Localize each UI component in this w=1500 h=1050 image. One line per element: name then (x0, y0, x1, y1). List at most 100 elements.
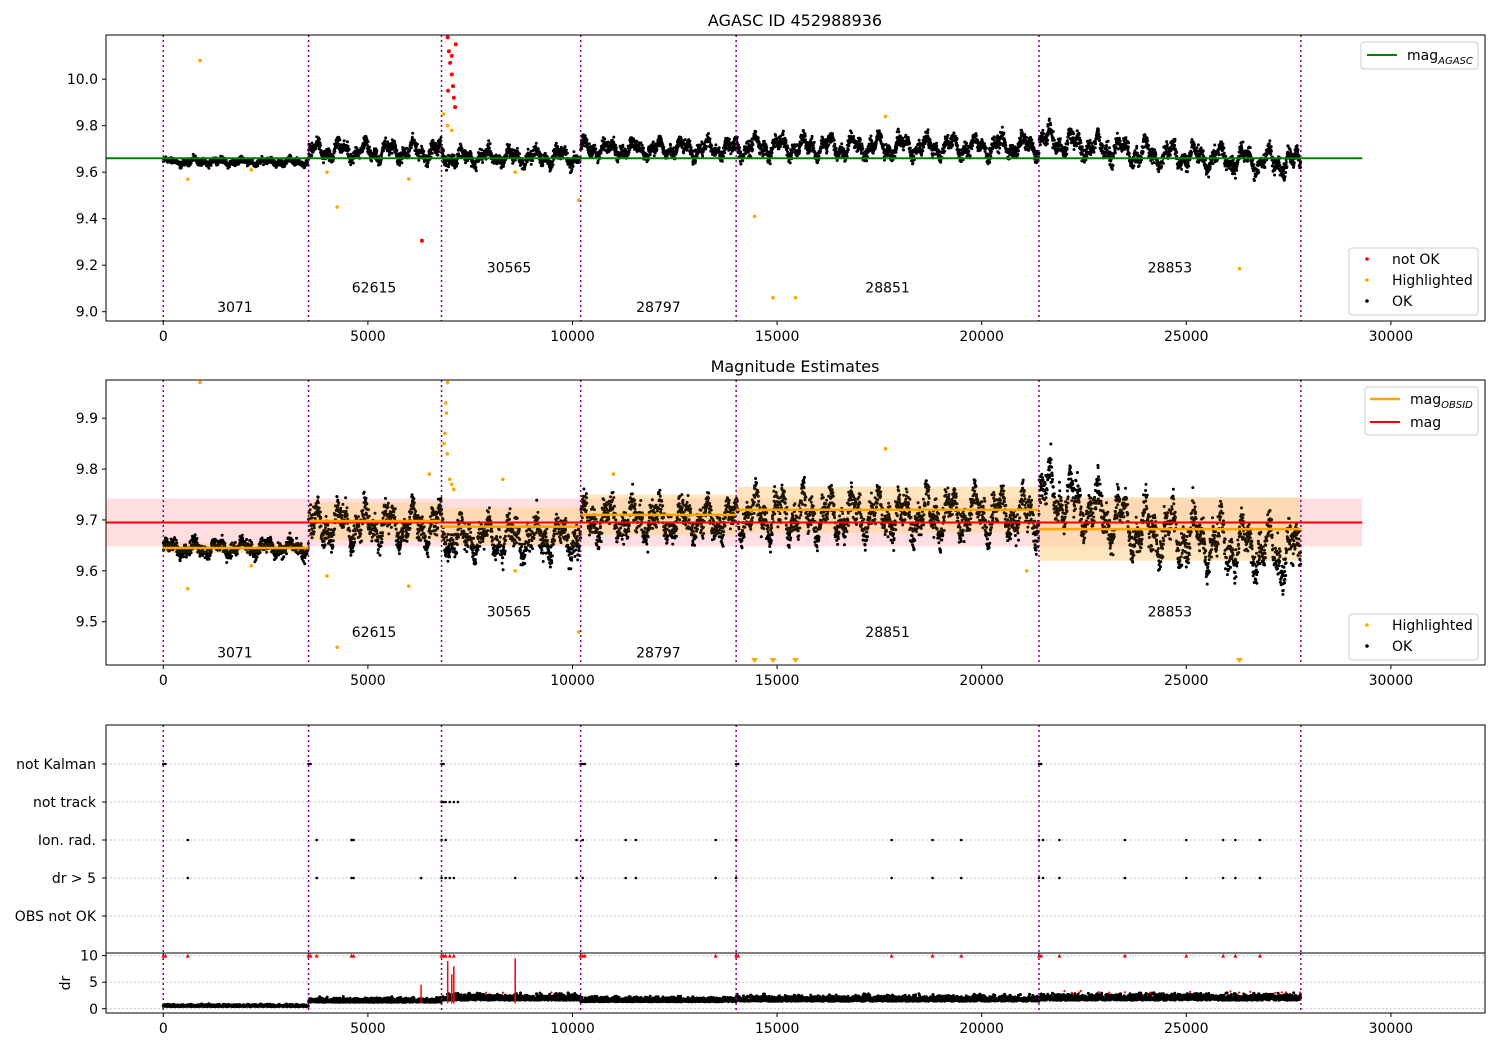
flag-point (575, 876, 578, 880)
highlighted-point (443, 431, 447, 436)
flag-point (714, 838, 718, 842)
not-ok-point (451, 95, 456, 100)
highlighted-point (335, 205, 339, 209)
flag-category-label: OBS not OK (15, 909, 97, 925)
x-tick-label: 25000 (1164, 329, 1209, 345)
agasc-legend-top: magAGASC (1360, 41, 1479, 70)
flag-point (186, 838, 190, 842)
flag-point (452, 876, 456, 880)
y-tick-label: 9.2 (76, 258, 98, 274)
flag-category-label: dr > 5 (52, 871, 96, 887)
x-tick-label: 15000 (755, 673, 800, 689)
flag-point (634, 876, 638, 880)
x-tick-label: 10000 (550, 1021, 595, 1037)
obsid-label: 28797 (636, 645, 681, 661)
x-tick-label: 30000 (1369, 1021, 1414, 1037)
not-ok-point (445, 35, 450, 40)
x-tick-label: 0 (159, 329, 168, 345)
not-ok-point (451, 84, 456, 89)
flag-point (448, 876, 452, 880)
flag-point (456, 800, 460, 804)
obsid-label: 3071 (217, 300, 253, 316)
agasc-plot-area (106, 35, 1485, 321)
flag-point (583, 762, 587, 766)
obsid-label: 30565 (487, 261, 532, 277)
flag-point (444, 800, 447, 804)
flag-point (1221, 876, 1225, 880)
flag-point (186, 876, 190, 880)
flag-point (890, 838, 893, 842)
flag-point (352, 876, 355, 880)
highlighted-point (1237, 266, 1242, 271)
x-tick-label: 15000 (755, 1021, 800, 1037)
legend-ok-marker (1365, 644, 1369, 648)
x-tick-label: 10000 (550, 329, 595, 345)
highlighted-point (611, 472, 616, 476)
x-tick-label: 30000 (1369, 673, 1414, 689)
highlighted-point (186, 586, 190, 591)
flag-point (440, 876, 443, 880)
flag-point (164, 762, 167, 766)
flag-point (1058, 838, 1061, 842)
flag-point (931, 876, 934, 880)
flag-point (315, 876, 319, 880)
not-ok-point (446, 49, 451, 54)
highlighted-point (445, 380, 450, 385)
legend-highlighted-label: Highlighted (1392, 618, 1473, 634)
not-ok-point (453, 42, 458, 47)
legend-ok-marker (1365, 299, 1369, 303)
flag-point (624, 876, 627, 880)
y-tick-label: 10 (80, 949, 98, 965)
highlighted-point (335, 645, 339, 649)
flags-plot-area (106, 725, 1485, 953)
flag-point (444, 838, 447, 842)
not-ok-point (419, 238, 424, 243)
highlighted-point (501, 477, 505, 482)
magnitude-estimates-panel: Magnitude Estimates 0 5000 10000 15000 20000… (76, 357, 1486, 689)
highlighted-point (407, 584, 411, 588)
flags-panel: not Kalman not track Ion. rad. dr > 5 OBS no… (15, 724, 1486, 954)
highlighted-point (771, 295, 775, 300)
x-tick-label: 25000 (1164, 673, 1209, 689)
highlighted-point (576, 198, 581, 202)
flag-point (734, 876, 738, 880)
obsid-label: 28851 (865, 625, 910, 641)
flag-point (1058, 876, 1061, 880)
agasc-legend-bottom: not OK Highlighted OK (1348, 247, 1479, 316)
highlighted-point (249, 563, 254, 568)
flag-point (1041, 838, 1045, 842)
highlighted-point (325, 574, 329, 578)
flag-point (1221, 838, 1225, 842)
flag-point (1039, 762, 1043, 766)
flag-point (1037, 876, 1041, 880)
y-tick-label: 9.9 (76, 411, 98, 427)
highlighted-point (513, 170, 517, 174)
highlighted-point (407, 177, 411, 181)
legend-ok-label: OK (1392, 639, 1413, 655)
flag-point (448, 800, 452, 804)
highlighted-point (883, 114, 888, 119)
y-tick-label: 5 (89, 975, 98, 991)
x-tick-label: 20000 (959, 329, 1004, 345)
estimates-legend-top: magOBSID mag (1364, 386, 1479, 436)
estimates-plot-area (106, 380, 1485, 665)
highlighted-point (452, 487, 456, 492)
highlighted-point (427, 472, 432, 476)
flag-point (1123, 838, 1127, 842)
dr-plot-area (106, 953, 1485, 1013)
y-tick-label: 9.6 (76, 564, 98, 580)
flag-point (581, 876, 585, 880)
flag-point (1041, 876, 1045, 880)
legend-highlighted-label: Highlighted (1392, 273, 1473, 289)
x-tick-label: 5000 (350, 673, 386, 689)
legend-highlighted-marker (1365, 623, 1369, 627)
obsid-label: 3071 (217, 645, 253, 661)
obsid-label: 28853 (1148, 605, 1193, 621)
flag-point (575, 838, 578, 842)
estimates-title: Magnitude Estimates (711, 357, 880, 376)
flag-point (890, 876, 893, 880)
x-tick-label: 10000 (550, 673, 595, 689)
obsid-label: 62615 (352, 280, 397, 296)
y-tick-label: 9.8 (76, 462, 98, 478)
plot-background (106, 35, 1485, 321)
